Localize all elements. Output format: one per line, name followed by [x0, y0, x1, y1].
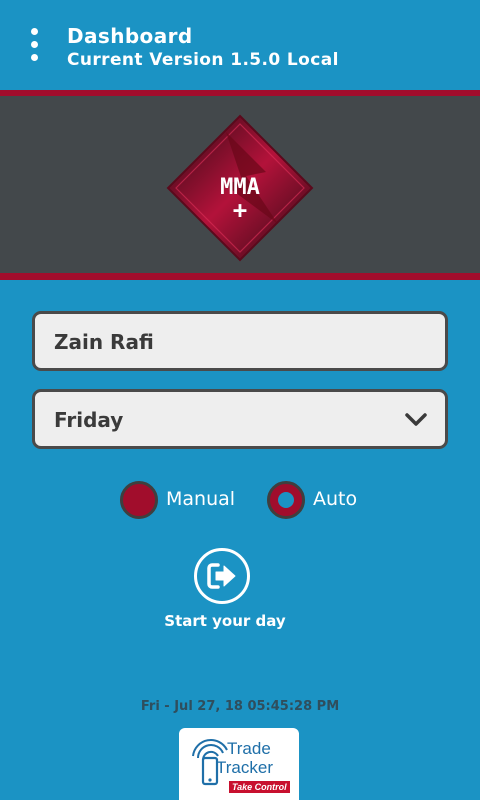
brand-tagline: Take Control — [229, 781, 290, 793]
name-field[interactable]: Zain Rafi — [32, 311, 448, 371]
logo-plus: + — [233, 196, 247, 224]
trade-tracker-logo: Trade Tracker Take Control — [179, 728, 299, 800]
radio-selected-indicator — [278, 492, 294, 508]
version-label: Current Version 1.5.0 Local — [67, 50, 339, 70]
start-day-label: Start your day — [164, 612, 286, 630]
overflow-menu-icon[interactable] — [22, 28, 46, 68]
mode-radio-group: Manual Auto — [0, 481, 480, 519]
name-value: Zain Rafi — [54, 330, 154, 354]
start-day-button[interactable]: Start your day — [164, 548, 286, 634]
logo-banner: MMA + — [0, 90, 480, 280]
timestamp: Fri - Jul 27, 18 05:45:28 PM — [140, 699, 340, 714]
brand-line1: Trade — [227, 739, 271, 758]
radio-manual[interactable]: Manual — [120, 481, 250, 519]
radio-manual-circle[interactable] — [120, 481, 158, 519]
brand-line2: Tracker — [216, 758, 273, 777]
mma-logo: MMA + — [166, 114, 314, 262]
day-select[interactable]: Friday — [32, 389, 448, 449]
chevron-down-icon — [405, 413, 427, 426]
page-title: Dashboard — [67, 24, 193, 48]
radio-auto-circle[interactable] — [267, 481, 305, 519]
day-value: Friday — [54, 408, 124, 432]
radio-auto-label: Auto — [313, 488, 358, 510]
radio-auto[interactable]: Auto — [267, 481, 377, 519]
sign-in-icon[interactable] — [194, 548, 250, 604]
radio-manual-label: Manual — [166, 488, 236, 510]
app-header: Dashboard Current Version 1.5.0 Local — [0, 0, 480, 90]
